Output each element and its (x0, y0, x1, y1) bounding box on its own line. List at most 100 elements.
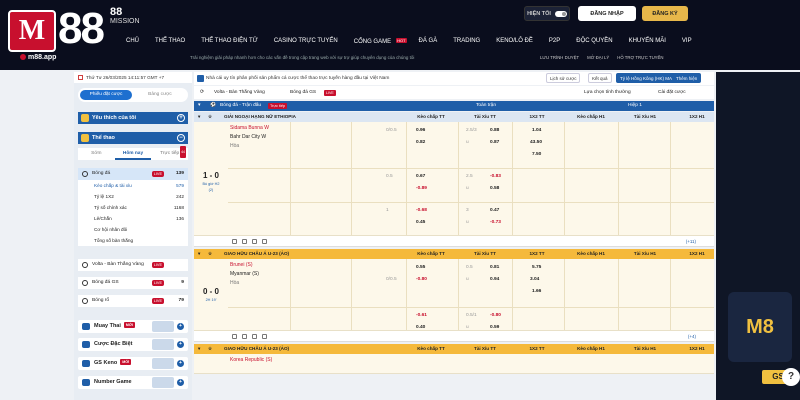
odds-cell[interactable]: 0.96 (416, 126, 425, 135)
tab-live[interactable]: Trực tiếp 44 (151, 146, 188, 160)
collapse-icon[interactable]: ▾ (198, 112, 200, 122)
extra-product-item[interactable]: Number Game + (78, 376, 188, 389)
app-link[interactable]: m88.app (20, 54, 56, 61)
theme-toggle[interactable]: HIỆN TỐI (524, 6, 570, 21)
login-button[interactable]: ĐĂNG NHẬP (578, 6, 636, 21)
odds-cell[interactable]: -0.80 (416, 275, 427, 284)
odds-cell[interactable]: 0.47 (490, 206, 499, 215)
nav-item[interactable]: ĐỘC QUYỀN (568, 38, 620, 45)
collapse-icon[interactable]: ▾ (198, 249, 200, 259)
odds-cell[interactable]: -0.68 (416, 206, 427, 215)
extra-product-item[interactable]: Muay Thai MỚI + (78, 320, 188, 333)
sub-link-support[interactable]: HỖ TRỢ TRỰC TUYẾN (617, 55, 663, 60)
odds-cell[interactable]: -0.89 (416, 184, 427, 193)
more-markets-link[interactable]: (+11) (686, 236, 696, 247)
refresh-icon[interactable]: ⟳ (200, 86, 204, 99)
league-header[interactable]: ▾ ☆ GIAO HỮU CHÂU Á U-23 (ẢO) Kèo chấp TT Tà… (194, 249, 714, 259)
sport-item[interactable]: Volta - Bàn Thắng Vàng LIVE (78, 259, 188, 271)
settings-button[interactable]: Cài đặt cược (658, 86, 686, 99)
odds-cell[interactable]: 1.66 (532, 287, 541, 296)
sort-select[interactable]: Lựa chọn tính thường (584, 86, 631, 99)
collapse-icon[interactable]: ▾ (198, 101, 200, 111)
tab-today[interactable]: Hôm nay (114, 148, 152, 160)
star-icon[interactable]: ☆ (208, 249, 212, 259)
sports-bar[interactable]: Thể thao − (78, 132, 188, 144)
odds-cell[interactable]: -0.80 (490, 311, 501, 320)
more-markets-link[interactable]: (+4) (688, 331, 696, 342)
sport-market-item[interactable]: Tổng số bàn thắng (78, 235, 188, 246)
nav-item[interactable]: KENO/LÔ ĐỀ (488, 38, 541, 45)
sport-market-item[interactable]: Tỷ lệ 1X2 242 (78, 191, 188, 202)
odds-cell[interactable]: 0.67 (416, 172, 425, 181)
tab-bet-board[interactable]: Bảng cược (134, 90, 186, 100)
show-more-button[interactable]: Thêm hiện (672, 73, 702, 83)
stats-icon[interactable] (242, 239, 247, 244)
home-team[interactable]: Korea Republic (S) (230, 356, 272, 365)
odds-cell[interactable]: -0.73 (490, 218, 501, 227)
sport-market-item[interactable]: Tỷ số chính xác 1168 (78, 202, 188, 213)
odds-cell[interactable]: 43.50 (530, 138, 542, 147)
nav-item[interactable]: ĐÁ GÀ (411, 38, 446, 45)
tv-icon[interactable] (232, 334, 237, 339)
register-button[interactable]: ĐĂNG KÝ (642, 6, 688, 21)
chart-icon[interactable] (262, 239, 267, 244)
odds-cell[interactable]: -0.83 (490, 172, 501, 181)
odds-cell[interactable]: 0.81 (490, 263, 499, 272)
odds-cell[interactable]: 7.50 (532, 150, 541, 159)
odds-cell[interactable]: 1.04 (532, 126, 541, 135)
nav-item[interactable]: CỔNG GAME HOT (346, 38, 411, 45)
sport-item-football[interactable]: Bóng đá LIVE 139 (78, 168, 188, 180)
odds-cell[interactable]: 5.75 (532, 263, 541, 272)
home-team[interactable]: Brunei (S) (230, 261, 259, 270)
stats-icon[interactable] (242, 334, 247, 339)
odds-cell[interactable]: 0.55 (416, 263, 425, 272)
tab-bet-slip[interactable]: Phiếu đặt cược (80, 90, 132, 100)
promo-banner[interactable]: M8 (728, 292, 792, 362)
sub-link-browser[interactable]: LƯU TRÌNH DUYỆT (540, 55, 579, 60)
nav-item[interactable]: THỂ THAO ĐIỆN TỬ (193, 38, 266, 45)
odds-cell[interactable]: -0.61 (416, 311, 427, 320)
extra-product-item[interactable]: GS Keno MỚI + (78, 357, 188, 370)
nav-item[interactable]: TRADING (445, 38, 488, 45)
home-team[interactable]: Sidama Bunna W (230, 124, 269, 133)
nav-item[interactable]: KHUYẾN MÃI (621, 38, 674, 45)
odds-cell[interactable]: 0.82 (416, 138, 425, 147)
chat-button[interactable]: ? (782, 368, 800, 386)
sport-market-item[interactable]: Cơ hội nhân đôi (78, 224, 188, 235)
star-icon[interactable]: ☆ (208, 344, 212, 354)
away-team[interactable]: Bahr Dar City W (230, 133, 269, 142)
star-icon[interactable] (252, 239, 257, 244)
odds-cell[interactable]: 0.87 (490, 138, 499, 147)
odds-cell[interactable]: 3.04 (530, 275, 539, 284)
collapse-icon[interactable]: ▾ (198, 344, 200, 354)
sport-market-item[interactable]: Kèo chấp & tài xỉu 579 (78, 180, 188, 191)
odds-cell[interactable]: 0.94 (490, 275, 499, 284)
league-header[interactable]: ▾ ☆ GIAO HỮU CHÂU Á U-23 (ẢO) Kèo chấp TT Tà… (194, 344, 714, 354)
tv-icon[interactable] (232, 239, 237, 244)
sport-market-item[interactable]: Lẻ/Chẵn 136 (78, 213, 188, 224)
volta-tab[interactable]: Volta - Bàn Thắng Vàng (214, 86, 265, 99)
chart-icon[interactable] (262, 334, 267, 339)
tab-early[interactable]: Sớm (78, 148, 115, 160)
away-team[interactable]: Myanmar (S) (230, 270, 259, 279)
sport-item[interactable]: Bóng đá GS LIVE 9 (78, 277, 188, 289)
nav-item[interactable]: VIP (674, 38, 700, 45)
gs-tab[interactable]: Bóng đá GS (290, 86, 316, 99)
star-icon[interactable] (252, 334, 257, 339)
star-icon[interactable]: ☆ (208, 112, 212, 122)
history-button[interactable]: Lịch sử cược (546, 73, 581, 83)
sub-link-agent[interactable]: MỞ ĐẠI LÝ (587, 55, 609, 60)
nav-item[interactable]: CHỦ (118, 38, 147, 45)
sport-item[interactable]: Bóng rổ LIVE 79 (78, 295, 188, 307)
odds-cell[interactable]: 0.45 (416, 218, 425, 227)
nav-item[interactable]: THỂ THAO (147, 38, 193, 45)
odds-cell[interactable]: 0.88 (490, 126, 499, 135)
brand-logo[interactable]: M 88 88 MISSION (6, 4, 140, 56)
league-header[interactable]: ▾ ☆ GIẢI NGOẠI HẠNG NỮ ETHIOPIA Kèo chấp TT… (194, 112, 714, 122)
favorites-bar[interactable]: Yêu thích của tôi + (78, 112, 188, 124)
odds-cell[interactable]: 0.58 (490, 184, 499, 193)
results-button[interactable]: Kết quả (588, 73, 612, 83)
nav-item[interactable]: P2P (541, 38, 568, 45)
nav-item[interactable]: CASINO TRỰC TUYẾN (266, 38, 346, 45)
extra-product-item[interactable]: Cược Đặc Biệt + (78, 338, 188, 351)
